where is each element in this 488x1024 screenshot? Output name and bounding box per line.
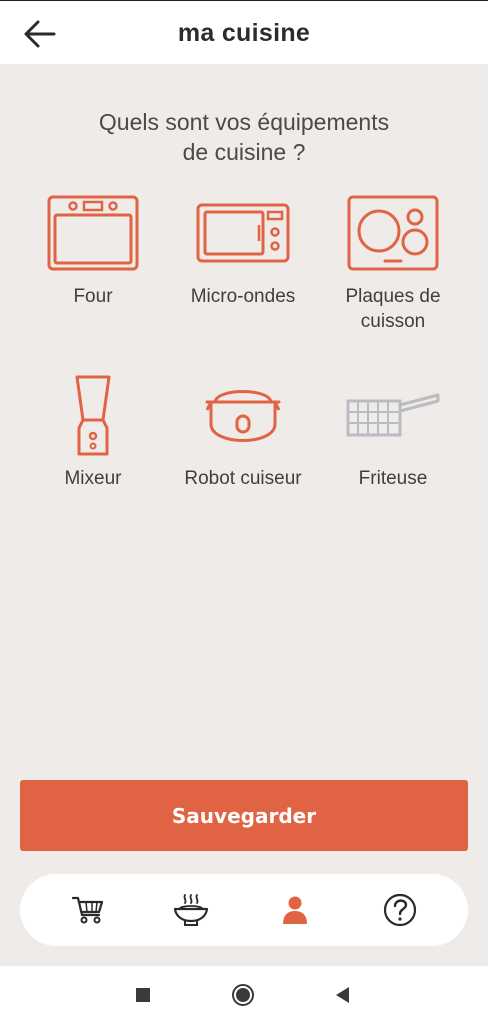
page-title: ma cuisine bbox=[177, 19, 311, 47]
bottom-nav bbox=[20, 874, 468, 946]
microwave-icon bbox=[196, 203, 290, 263]
equipment-label: Robot cuiseur bbox=[184, 468, 302, 489]
home-circle-icon bbox=[232, 984, 254, 1006]
nav-item-help[interactable] bbox=[382, 892, 418, 928]
question-line-1: Quels sont vos équipements bbox=[98, 109, 390, 135]
system-home-button[interactable] bbox=[231, 983, 255, 1007]
equipment-plaques-de-cuisson[interactable]: Plaques de cuisson bbox=[318, 188, 468, 334]
profile-icon bbox=[283, 896, 307, 924]
meal-bowl-icon bbox=[173, 894, 209, 926]
equipment-mixeur[interactable]: Mixeur bbox=[18, 370, 168, 491]
equipment-micro-ondes[interactable]: Micro-ondes bbox=[168, 188, 318, 309]
nav-item-meals[interactable] bbox=[173, 892, 209, 928]
system-nav-bar bbox=[0, 966, 488, 1024]
app-header: ma cuisine bbox=[0, 0, 488, 64]
equipment-label: Mixeur bbox=[64, 468, 122, 489]
equipment-label: Friteuse bbox=[358, 468, 428, 489]
save-button[interactable]: Sauvegarder bbox=[20, 780, 468, 851]
cooktop-icon bbox=[347, 195, 439, 271]
equipment-robot-cuiseur[interactable]: Robot cuiseur bbox=[168, 370, 318, 491]
equipment-four[interactable]: Four bbox=[18, 188, 168, 309]
system-back-button[interactable] bbox=[331, 983, 355, 1007]
equipment-label-line-1: Plaques de bbox=[345, 286, 441, 307]
question-text: Quels sont vos équipements de cuisine ? bbox=[60, 107, 428, 167]
rice-cooker-icon bbox=[205, 390, 281, 442]
cart-icon bbox=[72, 896, 104, 924]
blender-icon bbox=[75, 375, 111, 456]
equipment-label-line-2: cuisson bbox=[360, 311, 426, 332]
help-icon bbox=[383, 893, 417, 927]
nav-item-profile[interactable] bbox=[277, 892, 313, 928]
oven-icon bbox=[47, 195, 139, 271]
back-triangle-icon bbox=[336, 987, 349, 1003]
nav-item-cart[interactable] bbox=[70, 892, 106, 928]
equipment-friteuse[interactable]: Friteuse bbox=[318, 370, 468, 491]
question-line-2: de cuisine ? bbox=[182, 139, 306, 165]
system-recents-button[interactable] bbox=[131, 983, 155, 1007]
recents-square-icon bbox=[136, 988, 150, 1002]
equipment-label: Four bbox=[73, 286, 113, 307]
fryer-basket-icon bbox=[346, 393, 440, 437]
equipment-label: Micro-ondes bbox=[190, 286, 296, 307]
